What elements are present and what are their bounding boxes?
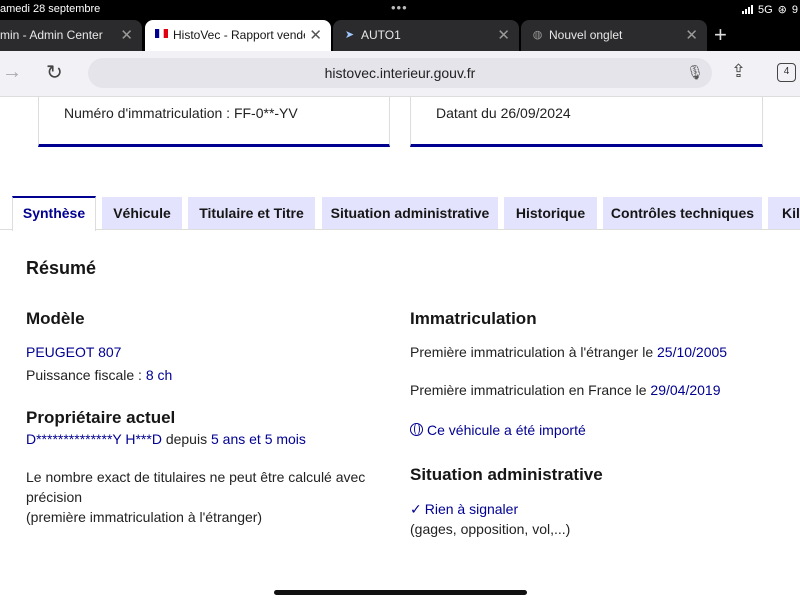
tab-historique[interactable]: Historique (504, 197, 597, 229)
plate-card: Numéro d'immatriculation : FF-0**-YV (38, 97, 390, 147)
first-france-label: Première immatriculation en France le (410, 382, 651, 398)
close-icon[interactable]: ✕ (120, 26, 133, 44)
close-icon[interactable]: ✕ (309, 26, 322, 44)
owner-since-label: depuis (161, 431, 211, 447)
registration-heading: Immatriculation (410, 309, 537, 328)
first-france-date: 29/04/2019 (650, 382, 721, 398)
owner-since-value: 5 ans et 5 mois (210, 431, 306, 447)
browser-tab-new[interactable]: ◍ Nouvel onglet ✕ (521, 20, 707, 51)
first-france-registration: Première immatriculation en France le 29… (410, 382, 721, 398)
reload-icon[interactable]: ↻ (46, 60, 63, 85)
browser-tab-title: HistoVec - Rapport vendeur (173, 28, 305, 42)
owner-heading: Propriétaire actuel (26, 408, 176, 427)
admin-situation-heading: Situation administrative (410, 465, 603, 484)
imported-link-label[interactable]: Ce véhicule a été importé (427, 422, 586, 438)
tab-kilometrage[interactable]: Kilo (768, 197, 800, 229)
admin-status: ✓ Rien à signaler (410, 501, 518, 518)
close-icon[interactable]: ✕ (497, 26, 510, 44)
battery-label: 9 (791, 3, 798, 16)
address-bar[interactable]: histovec.interieur.gouv.fr 🎙 (88, 58, 712, 88)
home-indicator[interactable] (274, 590, 527, 595)
browser-toolbar: → ↻ histovec.interieur.gouv.fr 🎙 ⇪ 4 (0, 51, 800, 97)
microphone-icon[interactable]: 🎙 (686, 64, 704, 81)
owners-note-line1: Le nombre exact de titulaires ne peut êt… (26, 469, 366, 485)
share-icon[interactable]: ⇪ (731, 61, 746, 82)
fiscal-power: Puissance fiscale : 8 ch (26, 367, 172, 383)
tab-count-icon[interactable]: 4 (777, 63, 796, 82)
globe-icon (410, 423, 423, 436)
status-indicators: 5G ⊛ 9 (741, 3, 798, 16)
browser-tab-title: min - Admin Center (0, 28, 103, 42)
browser-tab-histovec[interactable]: HistoVec - Rapport vendeur ✕ (145, 20, 331, 51)
first-foreign-date: 25/10/2005 (657, 344, 728, 360)
browser-tab-title: Nouvel onglet (549, 28, 623, 42)
imported-link[interactable]: Ce véhicule a été importé (410, 422, 586, 438)
globe-icon: ◍ (532, 29, 543, 41)
summary-title: Résumé (26, 258, 97, 278)
owner-name: D**************Y H***D (26, 431, 162, 447)
rotation-lock-icon: ⊛ (777, 4, 787, 16)
report-date: Datant du 26/09/2024 (436, 105, 571, 121)
plate-number: Numéro d'immatriculation : FF-0**-YV (64, 105, 298, 121)
french-flag-icon (155, 29, 168, 42)
summary-panel: Résumé Modèle PEUGEOT 807 Puissance fisc… (0, 230, 800, 600)
status-bar: amedi 28 septembre ••• 5G ⊛ 9 (0, 0, 800, 20)
owners-note-line2: précision (26, 489, 83, 505)
model-heading: Modèle (26, 309, 85, 328)
browser-tab-auto1[interactable]: ➤ AUTO1 ✕ (333, 20, 519, 51)
owner-line: D**************Y H***D depuis 5 ans et 5… (26, 431, 306, 447)
tab-vehicule[interactable]: Véhicule (102, 197, 182, 229)
check-icon: ✓ (410, 501, 422, 517)
forward-arrow-icon[interactable]: → (2, 61, 22, 84)
browser-tab-admin-center[interactable]: min - Admin Center ✕ (0, 20, 142, 51)
status-date: amedi 28 septembre (0, 3, 101, 15)
report-date-card: Datant du 26/09/2024 (410, 97, 763, 147)
model-value: PEUGEOT 807 (26, 344, 122, 360)
new-tab-plus-icon[interactable]: + (714, 22, 727, 48)
owners-note-line3: (première immatriculation à l'étranger) (26, 509, 263, 525)
close-icon[interactable]: ✕ (685, 26, 698, 44)
browser-tab-bar: min - Admin Center ✕ HistoVec - Rapport … (0, 20, 800, 51)
auto1-icon: ➤ (344, 29, 355, 41)
admin-status-label: Rien à signaler (424, 501, 519, 517)
multitask-dots-icon[interactable]: ••• (391, 0, 408, 15)
tab-controles-techniques[interactable]: Contrôles techniques (603, 197, 762, 229)
fiscal-power-value: 8 ch (145, 367, 173, 383)
tab-titulaire[interactable]: Titulaire et Titre (188, 197, 315, 229)
report-tabs: Synthèse Véhicule Titulaire et Titre Sit… (0, 196, 800, 231)
tab-synthese[interactable]: Synthèse (12, 196, 96, 231)
fiscal-power-label: Puissance fiscale : (26, 367, 146, 383)
tab-situation-administrative[interactable]: Situation administrative (322, 197, 498, 229)
admin-detail: (gages, opposition, vol,...) (410, 521, 571, 537)
first-foreign-label: Première immatriculation à l'étranger le (410, 344, 657, 360)
network-label: 5G (757, 3, 773, 16)
url-text[interactable]: histovec.interieur.gouv.fr (88, 65, 712, 81)
browser-tab-title: AUTO1 (361, 28, 401, 42)
first-foreign-registration: Première immatriculation à l'étranger le… (410, 344, 727, 360)
signal-icon (741, 5, 753, 14)
